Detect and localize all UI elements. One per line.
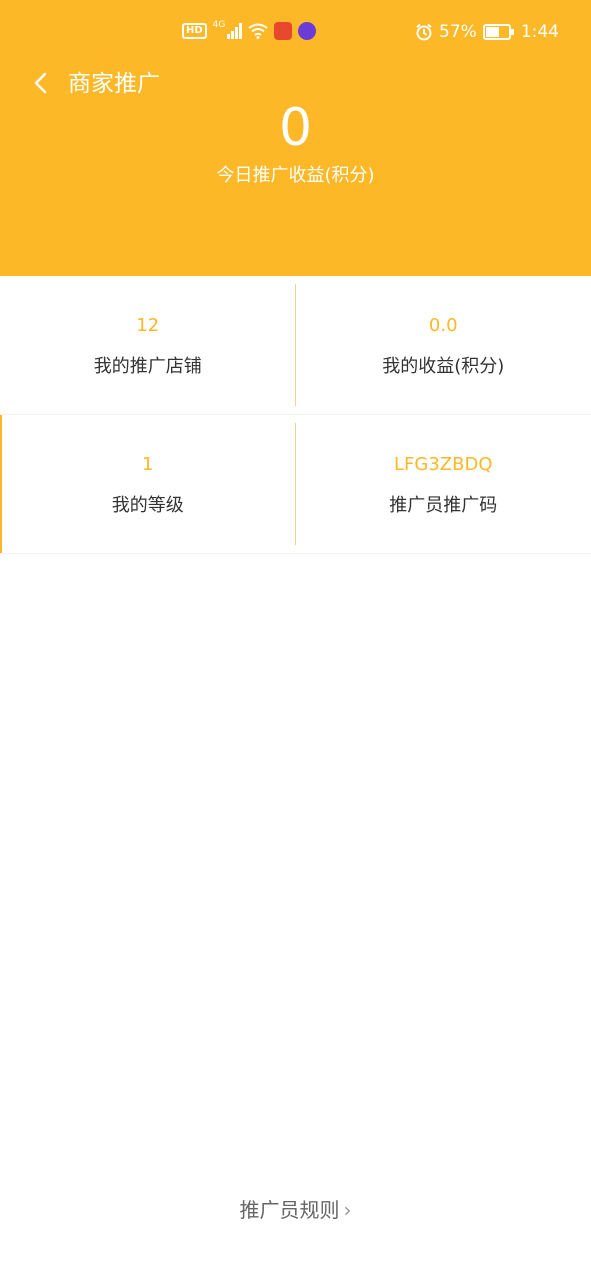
status-indicators: HD 4G	[182, 20, 317, 40]
alarm-icon	[416, 23, 432, 41]
merchant-promotion-page: HD 4G 57% 1:44 商家推广 0 今日推广收益(积分) 12 我的推广…	[0, 0, 591, 1280]
status-right: 57% 1:44	[415, 22, 559, 42]
today-earnings-value: 0	[278, 98, 313, 158]
signal-icon	[227, 23, 243, 39]
stat-my-earnings[interactable]: 0.0 我的收益(积分)	[296, 276, 591, 414]
stat-my-level[interactable]: 1 我的等级	[0, 415, 296, 553]
hd-badge: HD	[182, 23, 207, 39]
stat-label: 我的收益(积分)	[382, 356, 505, 377]
chevron-right-icon: ›	[343, 1198, 352, 1222]
stat-promo-code[interactable]: LFG3ZBDQ 推广员推广码	[296, 415, 591, 553]
rules-label: 推广员规则	[239, 1198, 340, 1222]
stat-value: 12	[136, 315, 160, 336]
app-link-icon	[298, 22, 317, 40]
header-banner: HD 4G 57% 1:44 商家推广 0 今日推广收益(积分)	[0, 0, 591, 276]
battery-icon	[482, 24, 514, 40]
stat-value: 0.0	[428, 315, 458, 336]
battery-percent: 57%	[439, 22, 477, 42]
status-time: 1:44	[520, 22, 559, 42]
column-divider	[295, 423, 296, 545]
today-earnings-label: 今日推广收益(积分)	[216, 165, 375, 186]
wifi-icon	[248, 23, 268, 39]
promoter-rules-link[interactable]: 推广员规则 ›	[0, 1194, 591, 1226]
stat-value: 1	[142, 454, 154, 475]
stat-promoted-shops[interactable]: 12 我的推广店铺	[0, 276, 296, 414]
stats-row: 12 我的推广店铺 0.0 我的收益(积分)	[0, 276, 591, 415]
column-divider	[295, 284, 296, 406]
stat-label: 我的推广店铺	[93, 356, 202, 377]
status-bar: HD 4G 57% 1:44	[0, 18, 591, 50]
stats-grid: 12 我的推广店铺 0.0 我的收益(积分) 1 我的等级 LFG3ZBDQ 推…	[0, 276, 591, 554]
network-label: 4G	[212, 20, 226, 30]
stat-label: 推广员推广码	[389, 495, 498, 516]
stats-row: 1 我的等级 LFG3ZBDQ 推广员推广码	[0, 415, 591, 554]
stat-value: LFG3ZBDQ	[394, 454, 493, 475]
app-notification-icon	[274, 22, 293, 40]
stat-label: 我的等级	[111, 495, 184, 516]
